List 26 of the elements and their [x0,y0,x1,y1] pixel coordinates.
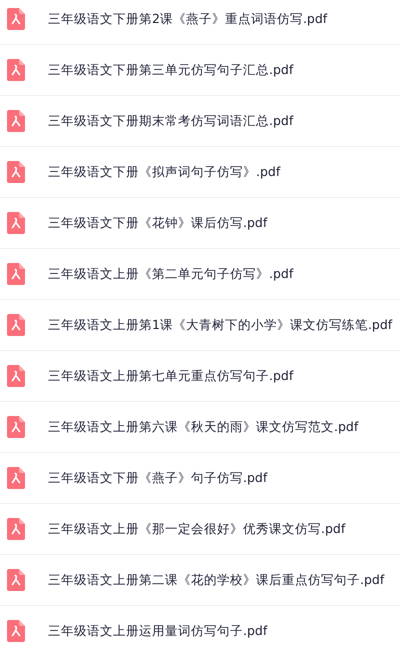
pdf-file-icon [7,161,25,183]
pdf-file-icon [7,518,25,540]
pdf-file-icon [7,110,25,132]
pdf-file-icon [7,263,25,285]
file-name[interactable]: 三年级语文上册《第二单元句子仿写》.pdf [48,266,294,282]
pdf-file-icon [7,569,25,591]
file-name[interactable]: 三年级语文下册第三单元仿写句子汇总.pdf [48,62,294,78]
file-name[interactable]: 三年级语文上册运用量词仿写句子.pdf [48,622,268,640]
pdf-file-icon [7,467,25,489]
file-name[interactable]: 三年级语文上册第七单元重点仿写句子.pdf [48,368,294,384]
file-name[interactable]: 三年级语文下册期末常考仿写词语汇总.pdf [48,112,294,130]
pdf-file-icon [7,365,25,387]
file-name[interactable]: 三年级语文下册《燕子》句子仿写.pdf [48,470,268,486]
pdf-file-icon [7,212,25,234]
file-name[interactable]: 三年级语文上册第六课《秋天的雨》课文仿写范文.pdf [48,418,358,436]
file-name[interactable]: 三年级语文下册《拟声词句子仿写》.pdf [48,164,280,180]
file-name[interactable]: 三年级语文上册第二课《花的学校》课后重点仿写句子.pdf [48,572,384,588]
file-name[interactable]: 三年级语文上册第1课《大青树下的小学》课文仿写练笔.pdf [48,316,392,334]
pdf-file-icon [7,620,25,642]
pdf-file-icon [7,8,25,30]
pdf-file-icon [7,59,25,81]
pdf-file-icon [7,416,25,438]
file-name[interactable]: 三年级语文上册《那一定会很好》优秀课文仿写.pdf [48,520,346,538]
pdf-file-icon [7,314,25,336]
file-name[interactable]: 三年级语文下册《花钟》课后仿写.pdf [48,214,268,232]
file-name[interactable]: 三年级语文下册第2课《燕子》重点词语仿写.pdf [48,10,328,28]
